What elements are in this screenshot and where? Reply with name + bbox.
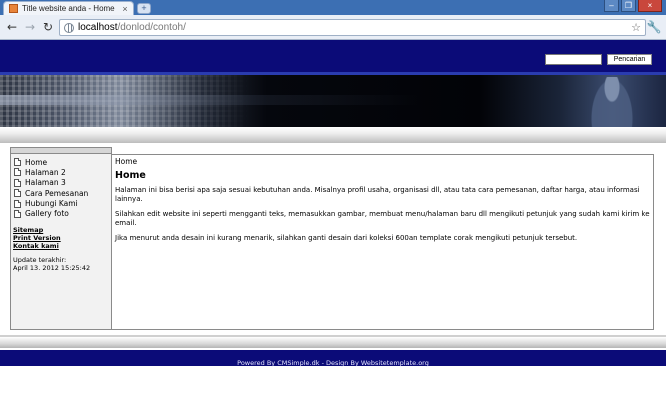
- browser-toolbar: ← → ↻ localhost/donlod/contoh/ ☆ 🔧: [0, 15, 666, 40]
- maximize-button[interactable]: ❐: [621, 0, 636, 12]
- sidebar-item-label: Hubungi Kami: [25, 199, 78, 209]
- kontak-kami-link[interactable]: Kontak kami: [13, 242, 111, 250]
- breadcrumb: Home: [115, 157, 138, 166]
- last-update: Update terakhir: April 13. 2012 15:25:42: [11, 256, 111, 272]
- wrench-menu-icon[interactable]: 🔧: [646, 19, 662, 35]
- sidebar-item-label: Cara Pemesanan: [25, 188, 89, 198]
- page-icon: [14, 178, 21, 187]
- sidebar: Home Halaman 2 Halaman 3 Cara Pemesanan …: [10, 147, 112, 330]
- banner-person-silhouette: [590, 77, 634, 127]
- html-file-icon: [9, 4, 18, 13]
- print-version-link[interactable]: Print Version: [13, 234, 111, 242]
- new-tab-button[interactable]: +: [137, 3, 151, 14]
- sidebar-item-halaman-3[interactable]: Halaman 3: [14, 178, 111, 188]
- sidebar-item-home[interactable]: Home: [14, 157, 111, 167]
- content-paragraph: Halaman ini bisa berisi apa saja sesuai …: [115, 186, 640, 203]
- page-icon: [14, 209, 21, 218]
- sidebar-item-label: Halaman 3: [25, 178, 66, 188]
- sidebar-links: Sitemap Print Version Kontak kami: [11, 226, 111, 250]
- search-button[interactable]: Pencarian: [607, 54, 652, 65]
- window-controls: – ❐ ×: [604, 0, 662, 12]
- url-host: localhost: [78, 22, 118, 33]
- close-window-button[interactable]: ×: [638, 0, 662, 12]
- update-label: Update terakhir:: [13, 255, 67, 264]
- sidebar-item-label: Home: [25, 157, 48, 167]
- close-tab-icon[interactable]: ×: [120, 4, 130, 14]
- banner-divider: [0, 127, 666, 143]
- tab-title: Title website anda - Home: [22, 4, 115, 13]
- main-content: Home Home Halaman ini bisa berisi apa sa…: [111, 154, 654, 330]
- globe-icon: [64, 22, 74, 33]
- sidebar-item-cara-pemesanan[interactable]: Cara Pemesanan: [14, 188, 111, 198]
- bookmark-star-icon[interactable]: ☆: [631, 21, 641, 34]
- sidebar-item-hubungi-kami[interactable]: Hubungi Kami: [14, 199, 111, 209]
- page-icon: [14, 168, 21, 177]
- back-arrow-icon[interactable]: ←: [4, 19, 20, 35]
- web-page: Pencarian Home Halaman 2 Halaman 3 Cara …: [0, 40, 666, 413]
- page-icon: [14, 158, 21, 166]
- content-paragraph: Silahkan edit website ini seperti mengga…: [115, 210, 650, 227]
- site-footer: Powered By CMSimple.dk - Design By Websi…: [0, 350, 666, 367]
- forward-arrow-icon[interactable]: →: [22, 19, 38, 35]
- reload-icon[interactable]: ↻: [40, 19, 56, 35]
- minimize-button[interactable]: –: [604, 0, 619, 12]
- sidebar-item-label: Gallery foto: [25, 209, 69, 219]
- page-title: Home: [115, 170, 146, 181]
- sitemap-link[interactable]: Sitemap: [13, 226, 111, 234]
- update-time: April 13. 2012 15:25:42: [13, 263, 91, 272]
- banner-light-band: [0, 95, 420, 105]
- search-input[interactable]: [545, 54, 602, 65]
- footer-credit: Powered By CMSimple.dk - Design By Websi…: [237, 359, 429, 367]
- address-bar[interactable]: localhost/donlod/contoh/ ☆: [59, 19, 646, 36]
- footer-shadow: [0, 337, 666, 348]
- page-icon: [14, 199, 21, 208]
- header-banner-image: [0, 75, 666, 127]
- sidebar-menu: Home Halaman 2 Halaman 3 Cara Pemesanan …: [11, 154, 111, 219]
- content-paragraph: Jika menurut anda desain ini kurang mena…: [115, 234, 578, 242]
- page-icon: [14, 189, 21, 198]
- sidebar-item-halaman-2[interactable]: Halaman 2: [14, 167, 111, 177]
- browser-tab-active[interactable]: Title website anda - Home ×: [3, 1, 134, 15]
- sidebar-item-label: Halaman 2: [25, 167, 66, 177]
- site-header: Pencarian: [0, 40, 666, 72]
- url-path: /donlod/contoh/: [117, 22, 186, 33]
- sidebar-item-gallery-foto[interactable]: Gallery foto: [14, 209, 111, 219]
- browser-tabstrip: Title website anda - Home × + – ❐ ×: [0, 0, 666, 15]
